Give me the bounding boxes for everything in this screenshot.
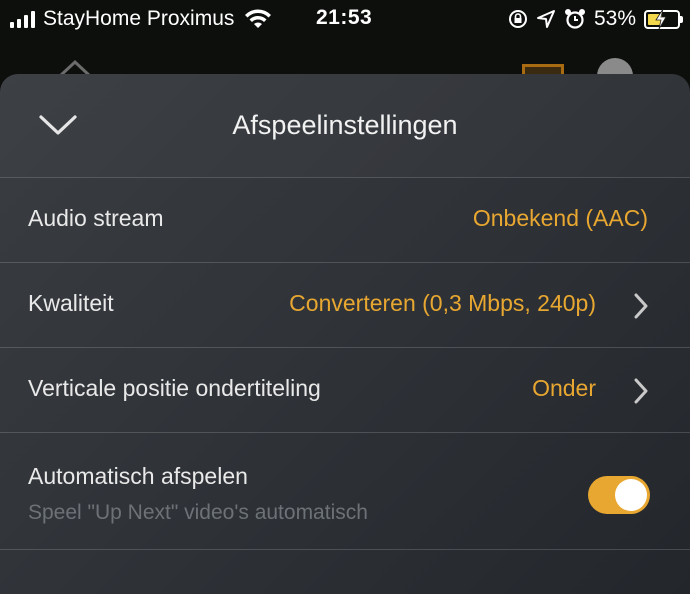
chevron-right-icon xyxy=(634,378,648,404)
setting-label: Kwaliteit xyxy=(28,290,114,316)
signal-icon xyxy=(10,10,35,28)
sheet-title: Afspeelinstellingen xyxy=(232,110,458,140)
orientation-lock-icon xyxy=(508,10,527,28)
battery-cap xyxy=(680,15,683,23)
setting-value: Converteren (0,3 Mbps, 240p) xyxy=(289,290,596,316)
setting-value: Onder xyxy=(532,375,596,401)
location-icon xyxy=(536,10,555,28)
alarm-icon xyxy=(564,9,585,29)
sheet-header: Afspeelinstellingen xyxy=(0,74,690,177)
setting-row-audio-stream[interactable]: Audio stream Onbekend (AAC) xyxy=(0,177,690,262)
status-left: StayHome Proximus xyxy=(10,6,272,32)
wifi-icon xyxy=(245,9,272,28)
setting-row-subtitle-position[interactable]: Verticale positie ondertiteling Onder xyxy=(0,347,690,432)
setting-row-autoplay: Automatisch afspelen Speel "Up Next" vid… xyxy=(0,432,690,553)
setting-value: Onbekend (AAC) xyxy=(472,205,648,231)
setting-label: Audio stream xyxy=(28,205,164,231)
toggle-knob xyxy=(615,479,647,511)
divider xyxy=(0,549,690,550)
carrier-name: StayHome Proximus xyxy=(43,7,235,30)
status-time: 21:53 xyxy=(316,6,373,29)
playback-settings-sheet: Afspeelinstellingen Audio stream Onbeken… xyxy=(0,74,690,594)
status-bar: StayHome Proximus 21:53 53% xyxy=(0,0,690,40)
setting-label: Verticale positie ondertiteling xyxy=(28,375,321,401)
battery-icon xyxy=(644,8,683,29)
setting-row-quality[interactable]: Kwaliteit Converteren (0,3 Mbps, 240p) xyxy=(0,262,690,347)
autoplay-toggle[interactable] xyxy=(588,476,650,514)
setting-sublabel: Speel "Up Next" video's automatisch xyxy=(28,501,368,524)
charging-bolt-icon xyxy=(655,8,667,29)
setting-label: Automatisch afspelen xyxy=(28,463,248,489)
status-right: 53% xyxy=(508,6,683,32)
battery-percent: 53% xyxy=(593,7,636,30)
chevron-right-icon xyxy=(634,293,648,319)
